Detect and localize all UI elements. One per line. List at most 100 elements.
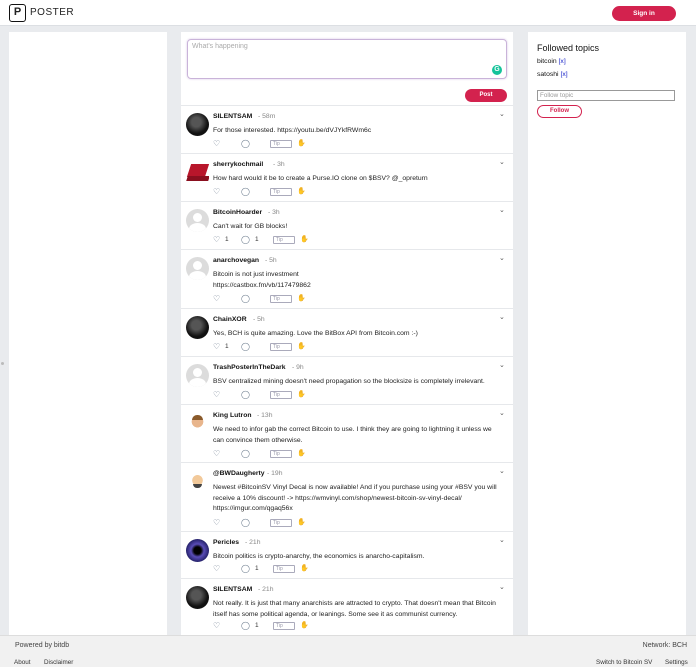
follow-topic-input[interactable]: Follow topic [537,90,675,101]
tip-input[interactable]: Tip [270,140,292,148]
post-author[interactable]: anarchovegan [213,257,259,264]
avatar[interactable] [186,412,209,435]
post-time: - 3h [268,209,280,216]
reply-icon[interactable]: ◯ [241,235,250,244]
tip-input[interactable]: Tip [270,295,292,303]
logo-icon[interactable]: P [9,4,26,22]
sign-in-button[interactable]: Sign in [612,6,676,21]
tip-input[interactable]: Tip [270,391,292,399]
remove-topic-link[interactable]: [x] [560,71,567,78]
about-link[interactable]: About [14,659,30,666]
tip-hand-icon[interactable]: ✋ [297,390,306,398]
post-author[interactable]: BitcoinHoarder [213,209,262,216]
chevron-down-icon[interactable]: ⌄ [499,254,505,262]
tip-input[interactable]: Tip [273,622,295,630]
post-item: sherrykochmail - 3h ⌄ How hard would it … [181,153,513,201]
reply-icon[interactable]: ◯ [241,294,250,303]
footer: Powered by bitdb Network: BCH About Disc… [0,635,696,667]
avatar[interactable] [186,113,209,136]
post-author[interactable]: SILENTSAM [213,113,252,120]
remove-topic-link[interactable]: [x] [559,58,566,65]
tip-input[interactable]: Tip [270,450,292,458]
avatar[interactable] [186,539,209,562]
reply-icon[interactable]: ◯ [241,564,250,573]
post-author[interactable]: SILENTSAM [213,586,252,593]
post-author[interactable]: King Lutron [213,412,252,419]
chevron-down-icon[interactable]: ⌄ [499,467,505,475]
post-author[interactable]: TrashPosterInTheDark [213,364,286,371]
heart-icon[interactable]: ♡ [213,294,220,303]
tip-input[interactable]: Tip [270,519,292,527]
reply-icon[interactable]: ◯ [241,139,250,148]
grammarly-icon[interactable]: G [492,65,502,75]
chevron-down-icon[interactable]: ⌄ [499,206,505,214]
post-button[interactable]: Post [465,89,507,102]
avatar[interactable] [186,470,209,493]
chevron-down-icon[interactable]: ⌄ [499,158,505,166]
tip-hand-icon[interactable]: ✋ [297,449,306,457]
heart-icon[interactable]: ♡ [213,449,220,458]
chevron-down-icon[interactable]: ⌄ [499,583,505,591]
avatar[interactable] [186,316,209,339]
reply-icon[interactable]: ◯ [241,342,250,351]
tip-hand-icon[interactable]: ✋ [297,187,306,195]
chevron-down-icon[interactable]: ⌄ [499,110,505,118]
reply-icon[interactable]: ◯ [241,187,250,196]
heart-icon[interactable]: ♡ [213,342,220,351]
post-author[interactable]: ChainXOR [213,316,247,323]
avatar[interactable] [186,364,209,387]
drag-handle[interactable] [1,362,4,365]
topic-name[interactable]: satoshi [537,71,559,78]
topic-item: satoshi [x] [537,71,568,78]
tip-hand-icon[interactable]: ✋ [297,342,306,350]
avatar[interactable] [186,209,209,232]
reply-icon[interactable]: ◯ [241,449,250,458]
post-time: - 13h [257,412,273,419]
post-time: - 5h [265,257,277,264]
feed-column: What's happening G Post SILENTSAM - 58m … [181,32,513,635]
tip-hand-icon[interactable]: ✋ [300,564,309,572]
topic-name[interactable]: bitcoin [537,58,557,65]
tip-hand-icon[interactable]: ✋ [300,621,309,629]
compose-input[interactable]: What's happening G [187,39,507,79]
reply-icon[interactable]: ◯ [241,518,250,527]
tip-input[interactable]: Tip [270,188,292,196]
heart-icon[interactable]: ♡ [213,187,220,196]
tip-input[interactable]: Tip [273,236,295,244]
post-item: BitcoinHoarder - 3h ⌄ Can't wait for GB … [181,201,513,249]
settings-link[interactable]: Settings [665,659,688,666]
post-item: ChainXOR - 5h ⌄ Yes, BCH is quite amazin… [181,308,513,356]
post-text: How hard would it be to create a Purse.I… [213,175,428,182]
post-author[interactable]: @BWDaugherty [213,470,265,477]
heart-icon[interactable]: ♡ [213,235,220,244]
avatar[interactable] [186,257,209,280]
heart-icon[interactable]: ♡ [213,139,220,148]
heart-icon[interactable]: ♡ [213,621,220,630]
chevron-down-icon[interactable]: ⌄ [499,409,505,417]
heart-icon[interactable]: ♡ [213,390,220,399]
tip-hand-icon[interactable]: ✋ [297,294,306,302]
heart-icon[interactable]: ♡ [213,518,220,527]
heart-icon[interactable]: ♡ [213,564,220,573]
post-item: anarchovegan - 5h ⌄ Bitcoin is not just … [181,249,513,308]
post-author[interactable]: sherrykochmail [213,161,263,168]
tip-hand-icon[interactable]: ✋ [297,139,306,147]
avatar[interactable] [186,161,209,184]
chevron-down-icon[interactable]: ⌄ [499,313,505,321]
app-title[interactable]: POSTER [30,7,74,18]
tip-input[interactable]: Tip [270,343,292,351]
reply-icon[interactable]: ◯ [241,390,250,399]
tip-hand-icon[interactable]: ✋ [300,235,309,243]
chevron-down-icon[interactable]: ⌄ [499,536,505,544]
network-label: Network: BCH [642,642,687,649]
like-count: 1 [225,343,229,350]
avatar[interactable] [186,586,209,609]
follow-button[interactable]: Follow [537,105,582,118]
disclaimer-link[interactable]: Disclaimer [44,659,73,666]
tip-hand-icon[interactable]: ✋ [297,518,306,526]
switch-network-link[interactable]: Switch to Bitcoin SV [596,659,652,666]
post-author[interactable]: Pericles [213,539,239,546]
tip-input[interactable]: Tip [273,565,295,573]
reply-icon[interactable]: ◯ [241,621,250,630]
chevron-down-icon[interactable]: ⌄ [499,361,505,369]
